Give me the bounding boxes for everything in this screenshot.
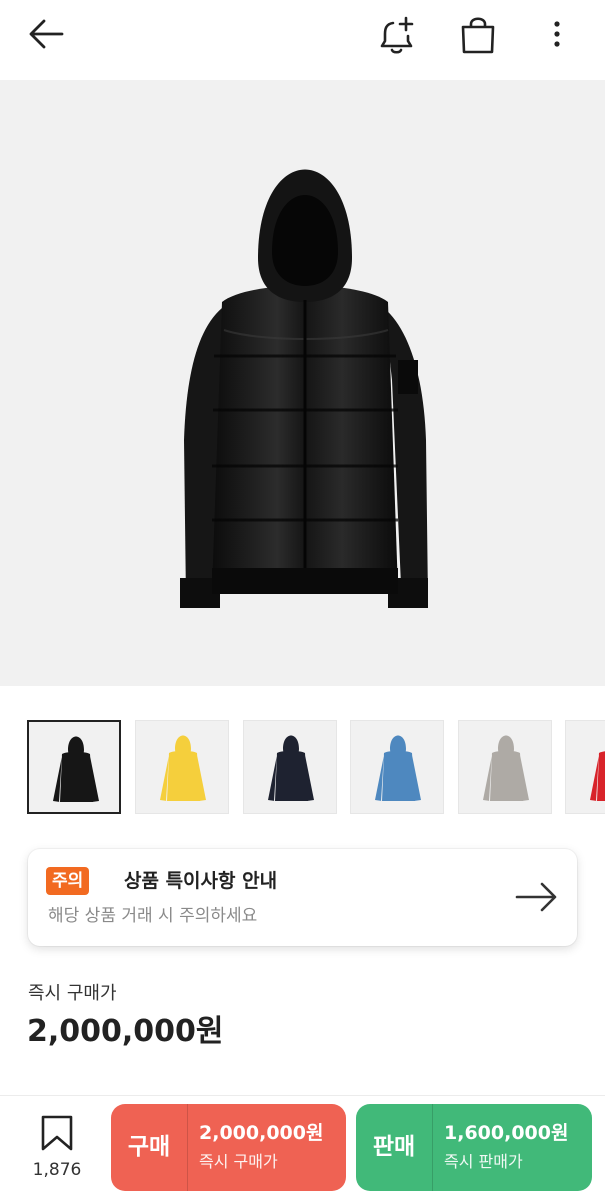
divider — [187, 1104, 188, 1191]
arrow-right-icon[interactable] — [514, 877, 558, 917]
shopping-bag-icon[interactable] — [457, 14, 499, 56]
arrow-left-icon[interactable] — [26, 14, 66, 54]
bookmark-icon — [41, 1115, 73, 1151]
bell-plus-icon[interactable] — [376, 14, 418, 56]
thumbnail-yellow[interactable] — [135, 720, 229, 814]
puffer-jacket-image — [268, 735, 314, 801]
thumbnail-red[interactable] — [565, 720, 605, 814]
buy-price: 2,000,000원 — [199, 1122, 324, 1144]
sell-caption: 즉시 판매가 — [444, 1152, 523, 1171]
instant-buy-price: 2,000,000원 — [27, 1014, 224, 1049]
puffer-jacket-image — [590, 749, 605, 801]
notice-subtitle: 해당 상품 거래 시 주의하세요 — [48, 906, 258, 926]
puffer-jacket-image — [53, 736, 99, 802]
black-puffer-jacket-image — [180, 169, 428, 608]
notice-title: 상품 특이사항 안내 — [124, 870, 278, 892]
thumbnail-grey[interactable] — [458, 720, 552, 814]
sell-label: 판매 — [372, 1134, 416, 1160]
instant-buy-price-label: 즉시 구매가 — [28, 983, 117, 1004]
top-bar — [0, 0, 605, 78]
buy-label: 구매 — [127, 1134, 171, 1160]
bottom-action-bar: 1,876 구매 2,000,000원 즉시 구매가 판매 1,600,000원… — [0, 1095, 605, 1200]
buy-caption: 즉시 구매가 — [199, 1152, 278, 1171]
divider — [432, 1104, 433, 1191]
product-notice-card[interactable]: 주의 상품 특이사항 안내 해당 상품 거래 시 주의하세요 — [28, 849, 577, 946]
sell-button[interactable]: 판매 1,600,000원 즉시 판매가 — [356, 1104, 592, 1191]
puffer-jacket-image — [160, 735, 206, 801]
thumbnail-black[interactable] — [27, 720, 121, 814]
thumbnail-navy[interactable] — [243, 720, 337, 814]
more-vertical-icon[interactable] — [545, 14, 569, 56]
wishlist-count: 1,876 — [32, 1160, 82, 1180]
thumbnail-strip — [0, 716, 605, 816]
puffer-jacket-image — [375, 735, 421, 801]
puffer-jacket-image — [483, 735, 529, 801]
thumbnail-blue[interactable] — [350, 720, 444, 814]
buy-button[interactable]: 구매 2,000,000원 즉시 구매가 — [111, 1104, 346, 1191]
wishlist-button[interactable]: 1,876 — [26, 1114, 88, 1184]
warning-badge: 주의 — [46, 867, 90, 895]
sell-price: 1,600,000원 — [444, 1122, 569, 1144]
product-main-image[interactable] — [0, 80, 605, 686]
